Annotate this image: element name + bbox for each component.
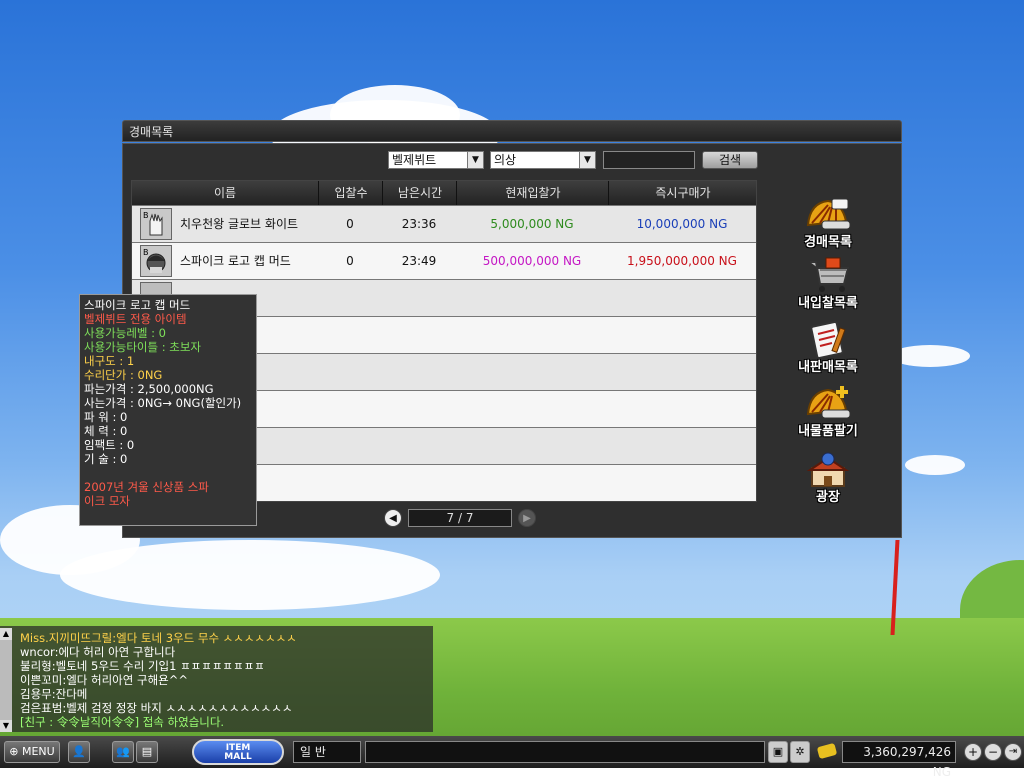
gear-icon: ✲ (795, 745, 805, 758)
sell-hammer-icon (802, 384, 854, 424)
current-bid: 5,000,000 NG (490, 217, 574, 231)
tooltip-durability: 내구도 : 1 (84, 354, 135, 368)
friends-icon: 👥 (116, 745, 130, 758)
menu-plaza[interactable]: 광장 (792, 450, 864, 505)
cloud (890, 345, 970, 367)
menu-icon: ⊕ (9, 745, 19, 758)
character-button[interactable]: 👤 (68, 741, 90, 763)
tooltip-repair: 수리단가 : 0NG (84, 368, 163, 382)
tooltip-stat-impact: 임팩트 : 0 (84, 438, 135, 452)
item-mall-button[interactable]: ITEM MALL (192, 739, 284, 765)
tooltip-stat-power: 파 워 : 0 (84, 410, 128, 424)
table-header: 이름 입찰수 남은시간 현재입찰가 즉시구매가 (132, 181, 756, 205)
chat-mode-select[interactable]: 일 반 (293, 741, 361, 763)
tooltip-description: 이크 모자 (84, 494, 130, 508)
settings-button[interactable]: ✲ (790, 741, 810, 763)
menu-sell-item[interactable]: 내물품팔기 (792, 384, 864, 439)
tooltip-spacer (84, 466, 252, 480)
table-row[interactable]: B 치우천왕 글로브 화이트 0 23:36 5,000,000 NG 10,0… (132, 205, 756, 242)
bid-count: 0 (346, 254, 354, 268)
menu-button[interactable]: ⊕ MENU (4, 741, 60, 763)
clipboard-icon (802, 320, 854, 360)
character-select[interactable]: 벨제뷔트 ▼ (388, 151, 484, 169)
tooltip-stat-skill: 기 술 : 0 (84, 452, 128, 466)
cloud (60, 540, 440, 610)
page-indicator: 7 / 7 (408, 509, 512, 527)
bid-count: 0 (346, 217, 354, 231)
notes-icon: ▤ (141, 745, 153, 758)
zoom-in-icon[interactable]: + (964, 743, 982, 761)
scroll-up-icon[interactable]: ▲ (0, 628, 12, 640)
exit-icon[interactable]: ⇥ (1004, 743, 1022, 761)
item-name: 치우천왕 글로브 화이트 (180, 217, 299, 231)
menu-button-label: MENU (21, 745, 55, 758)
buyout-price: 1,950,000,000 NG (627, 254, 737, 268)
svg-text:B: B (143, 248, 149, 257)
tooltip-item-name: 스파이크 로고 캡 머드 (84, 298, 191, 312)
header-time[interactable]: 남은시간 (382, 181, 457, 205)
money-amount: 3,360,297,426 NG (863, 745, 951, 779)
tooltip-exclusive: 벨제뷔트 전용 아이템 (84, 312, 187, 326)
chat-log-button[interactable]: ▣ (768, 741, 788, 763)
item-tooltip: 스파이크 로고 캡 머드 벨제뷔트 전용 아이템 사용가능레벨 : 0 사용가능… (79, 294, 257, 526)
table-row[interactable]: B 스파이크 로고 캡 머드 0 23:49 500,000,000 NG 1,… (132, 242, 756, 279)
category-select[interactable]: 의상 ▼ (490, 151, 596, 169)
friends-button[interactable]: 👥 (112, 741, 134, 763)
category-select-value: 의상 (494, 153, 517, 167)
header-current-bid[interactable]: 현재입찰가 (456, 181, 609, 205)
money-icon (816, 742, 838, 760)
header-name[interactable]: 이름 (132, 181, 318, 205)
scroll-down-icon[interactable]: ▼ (0, 720, 12, 732)
cloud (905, 455, 965, 475)
menu-auction-list[interactable]: 경매목록 (792, 195, 864, 250)
person-icon: 👤 (72, 745, 86, 758)
tooltip-stat-stamina: 체 력 : 0 (84, 424, 128, 438)
window-title: 경매목록 (129, 125, 174, 139)
item-slot: B (140, 208, 172, 240)
auction-hammer-icon (802, 195, 854, 235)
search-input[interactable] (603, 151, 695, 169)
tooltip-description: 2007년 겨울 신상품 스파 (84, 480, 209, 494)
window-title-bar[interactable]: 경매목록 (122, 120, 902, 142)
header-buyout[interactable]: 즉시구매가 (608, 181, 757, 205)
chevron-down-icon[interactable]: ▼ (579, 152, 595, 168)
menu-my-bids[interactable]: 내입찰목록 (792, 256, 864, 311)
chat-scrollbar[interactable]: ▲ ▼ (0, 628, 12, 732)
item-mall-label-bottom: MALL (224, 752, 252, 762)
header-bids[interactable]: 입찰수 (318, 181, 383, 205)
current-bid: 500,000,000 NG (482, 254, 582, 268)
next-page-button[interactable]: ▶ (518, 509, 536, 527)
character-select-value: 벨제뷔트 (392, 153, 437, 167)
money-display: 3,360,297,426 NG (842, 741, 956, 779)
buyout-price: 10,000,000 NG (636, 217, 728, 231)
glove-icon: B (141, 209, 171, 239)
svg-text:B: B (143, 211, 149, 220)
chat-message: [친구 : 令令날직어令令] 접속 하였습니다. (20, 715, 225, 729)
time-left: 23:49 (401, 254, 437, 268)
chat-input[interactable] (365, 741, 765, 763)
cart-icon (802, 256, 854, 296)
cap-icon: B (141, 246, 171, 276)
item-name: 스파이크 로고 캡 머드 (180, 254, 291, 268)
prev-page-button[interactable]: ◀ (384, 509, 402, 527)
notes-button[interactable]: ▤ (136, 741, 158, 763)
search-button[interactable]: 검색 (702, 151, 758, 169)
item-slot: B (140, 245, 172, 277)
zoom-out-icon[interactable]: − (984, 743, 1002, 761)
taskbar: ⊕ MENU 👤 👥 ▤ ITEM MALL 일 반 ▣ ✲ 3,360,297… (0, 736, 1024, 779)
plaza-building-icon (802, 450, 854, 490)
tooltip-req-title: 사용가능타이틀 : 초보자 (84, 340, 201, 354)
time-left: 23:36 (401, 217, 437, 231)
log-icon: ▣ (772, 745, 784, 758)
chat-mode-label: 일 반 (300, 745, 326, 759)
tooltip-sell-price: 파는가격 : 2,500,000NG (84, 382, 214, 396)
chevron-down-icon[interactable]: ▼ (467, 152, 483, 168)
tooltip-buy-price: 사는가격 : 0NG→ 0NG(할인가) (84, 396, 242, 410)
menu-my-sales[interactable]: 내판매목록 (792, 320, 864, 375)
tooltip-req-level: 사용가능레벨 : 0 (84, 326, 166, 340)
